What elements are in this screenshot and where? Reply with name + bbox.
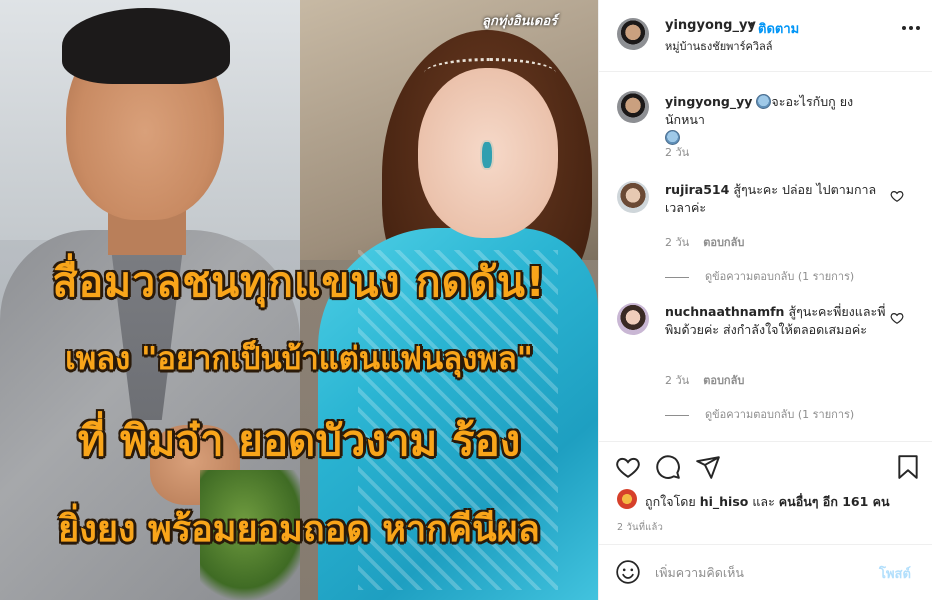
comment-icon[interactable]	[655, 454, 681, 480]
liked-user-link[interactable]: hi_hiso	[700, 494, 749, 509]
separator-dot: •	[748, 18, 756, 33]
location-link[interactable]: หมู่บ้านธงชัยพาร์ควิลล์	[665, 37, 773, 55]
share-icon[interactable]	[695, 454, 721, 480]
post-side-panel: yingyong_yy • ติดตาม หมู่บ้านธงชัยพาร์คว…	[598, 0, 932, 600]
post-comment-button[interactable]: โพสต์	[879, 563, 911, 584]
list-item: nuchnaathnamfn สู้ๆนะคะพี่ยงและพี่พิมด้ว…	[599, 299, 932, 429]
comment-username[interactable]: nuchnaathnamfn	[665, 304, 784, 319]
caption-username[interactable]: yingyong_yy	[665, 94, 752, 109]
comment-body: rujira514 สู้ๆนะคะ ปล่อย ไปตามกาลเวลาค่ะ	[665, 181, 893, 217]
comment-input[interactable]	[655, 561, 865, 583]
view-replies-label: ดูข้อความตอบกลับ (1 รายการ)	[705, 270, 855, 283]
liked-by-text: ถูกใจโดย hi_hiso และ คนอื่นๆ อีก 161 คน	[645, 492, 890, 512]
comment-time[interactable]: 2 วัน	[665, 236, 689, 249]
reply-button[interactable]: ตอบกลับ	[703, 374, 744, 387]
add-comment-bar: โพสต์	[599, 544, 932, 600]
liked-prefix: ถูกใจโดย	[645, 494, 696, 509]
caption-time[interactable]: 2 วัน	[665, 143, 689, 161]
heart-icon[interactable]	[890, 189, 904, 203]
comment-body: nuchnaathnamfn สู้ๆนะคะพี่ยงและพี่พิมด้ว…	[665, 303, 893, 339]
divider	[665, 276, 689, 278]
image-watermark: ลูกทุ่งอินเดอร์	[482, 14, 558, 29]
heart-icon[interactable]	[615, 454, 641, 480]
liked-others-link[interactable]: คนอื่นๆ อีก 161 คน	[779, 494, 890, 509]
comments-list[interactable]: yingyong_yy จะอะไรกับกู ยงนักหนา 2 วัน r…	[599, 73, 932, 441]
caption: yingyong_yy จะอะไรกับกู ยงนักหนา 2 วัน	[599, 87, 932, 167]
heart-icon[interactable]	[890, 311, 904, 325]
caption-body: yingyong_yy จะอะไรกับกู ยงนักหนา	[665, 93, 893, 147]
comment-username[interactable]: rujira514	[665, 182, 729, 197]
liked-and: และ	[752, 494, 775, 509]
divider	[665, 414, 689, 416]
reply-button[interactable]: ตอบกลับ	[703, 236, 744, 249]
author-username[interactable]: yingyong_yy	[665, 18, 756, 33]
avatar[interactable]	[617, 303, 649, 335]
more-options-icon[interactable]	[902, 26, 920, 32]
avatar[interactable]	[617, 91, 649, 123]
view-replies-label: ดูข้อความตอบกลับ (1 รายการ)	[705, 408, 855, 421]
emoji-icon[interactable]	[615, 559, 641, 585]
headline-line-1: สื่อมวลชนทุกแขนง กดดัน!	[52, 258, 546, 306]
avatar[interactable]	[617, 181, 649, 213]
bookmark-icon[interactable]	[895, 454, 921, 480]
comment-meta: 2 วัน ตอบกลับ	[665, 371, 744, 389]
avatar[interactable]	[617, 18, 649, 50]
worried-face-icon	[756, 94, 772, 109]
headline-line-2: เพลง "อยากเป็นบ้าแต่นแฟนลุงพล"	[65, 341, 533, 377]
post-image[interactable]: ลูกทุ่งอินเดอร์ สื่อมวลชนทุกแขนง กดดัน! …	[0, 0, 598, 600]
comment-time[interactable]: 2 วัน	[665, 374, 689, 387]
view-replies-button[interactable]: ดูข้อความตอบกลับ (1 รายการ)	[665, 267, 854, 285]
comment-meta: 2 วัน ตอบกลับ	[665, 233, 744, 251]
post-time[interactable]: 2 วันที่แล้ว	[617, 520, 663, 535]
headline-line-4: ยิ่งยง พร้อมยอมถอด หากคีนีผล	[58, 509, 540, 550]
headline-line-3: ที่ พิมจ๋า ยอดบัวงาม ร้อง	[77, 416, 521, 465]
list-item: rujira514 สู้ๆนะคะ ปล่อย ไปตามกาลเวลาค่ะ…	[599, 177, 932, 287]
avatar[interactable]	[617, 489, 637, 509]
post-header: yingyong_yy • ติดตาม หมู่บ้านธงชัยพาร์คว…	[599, 0, 932, 72]
view-replies-button[interactable]: ดูข้อความตอบกลับ (1 รายการ)	[665, 405, 854, 423]
follow-button[interactable]: ติดตาม	[758, 18, 799, 39]
